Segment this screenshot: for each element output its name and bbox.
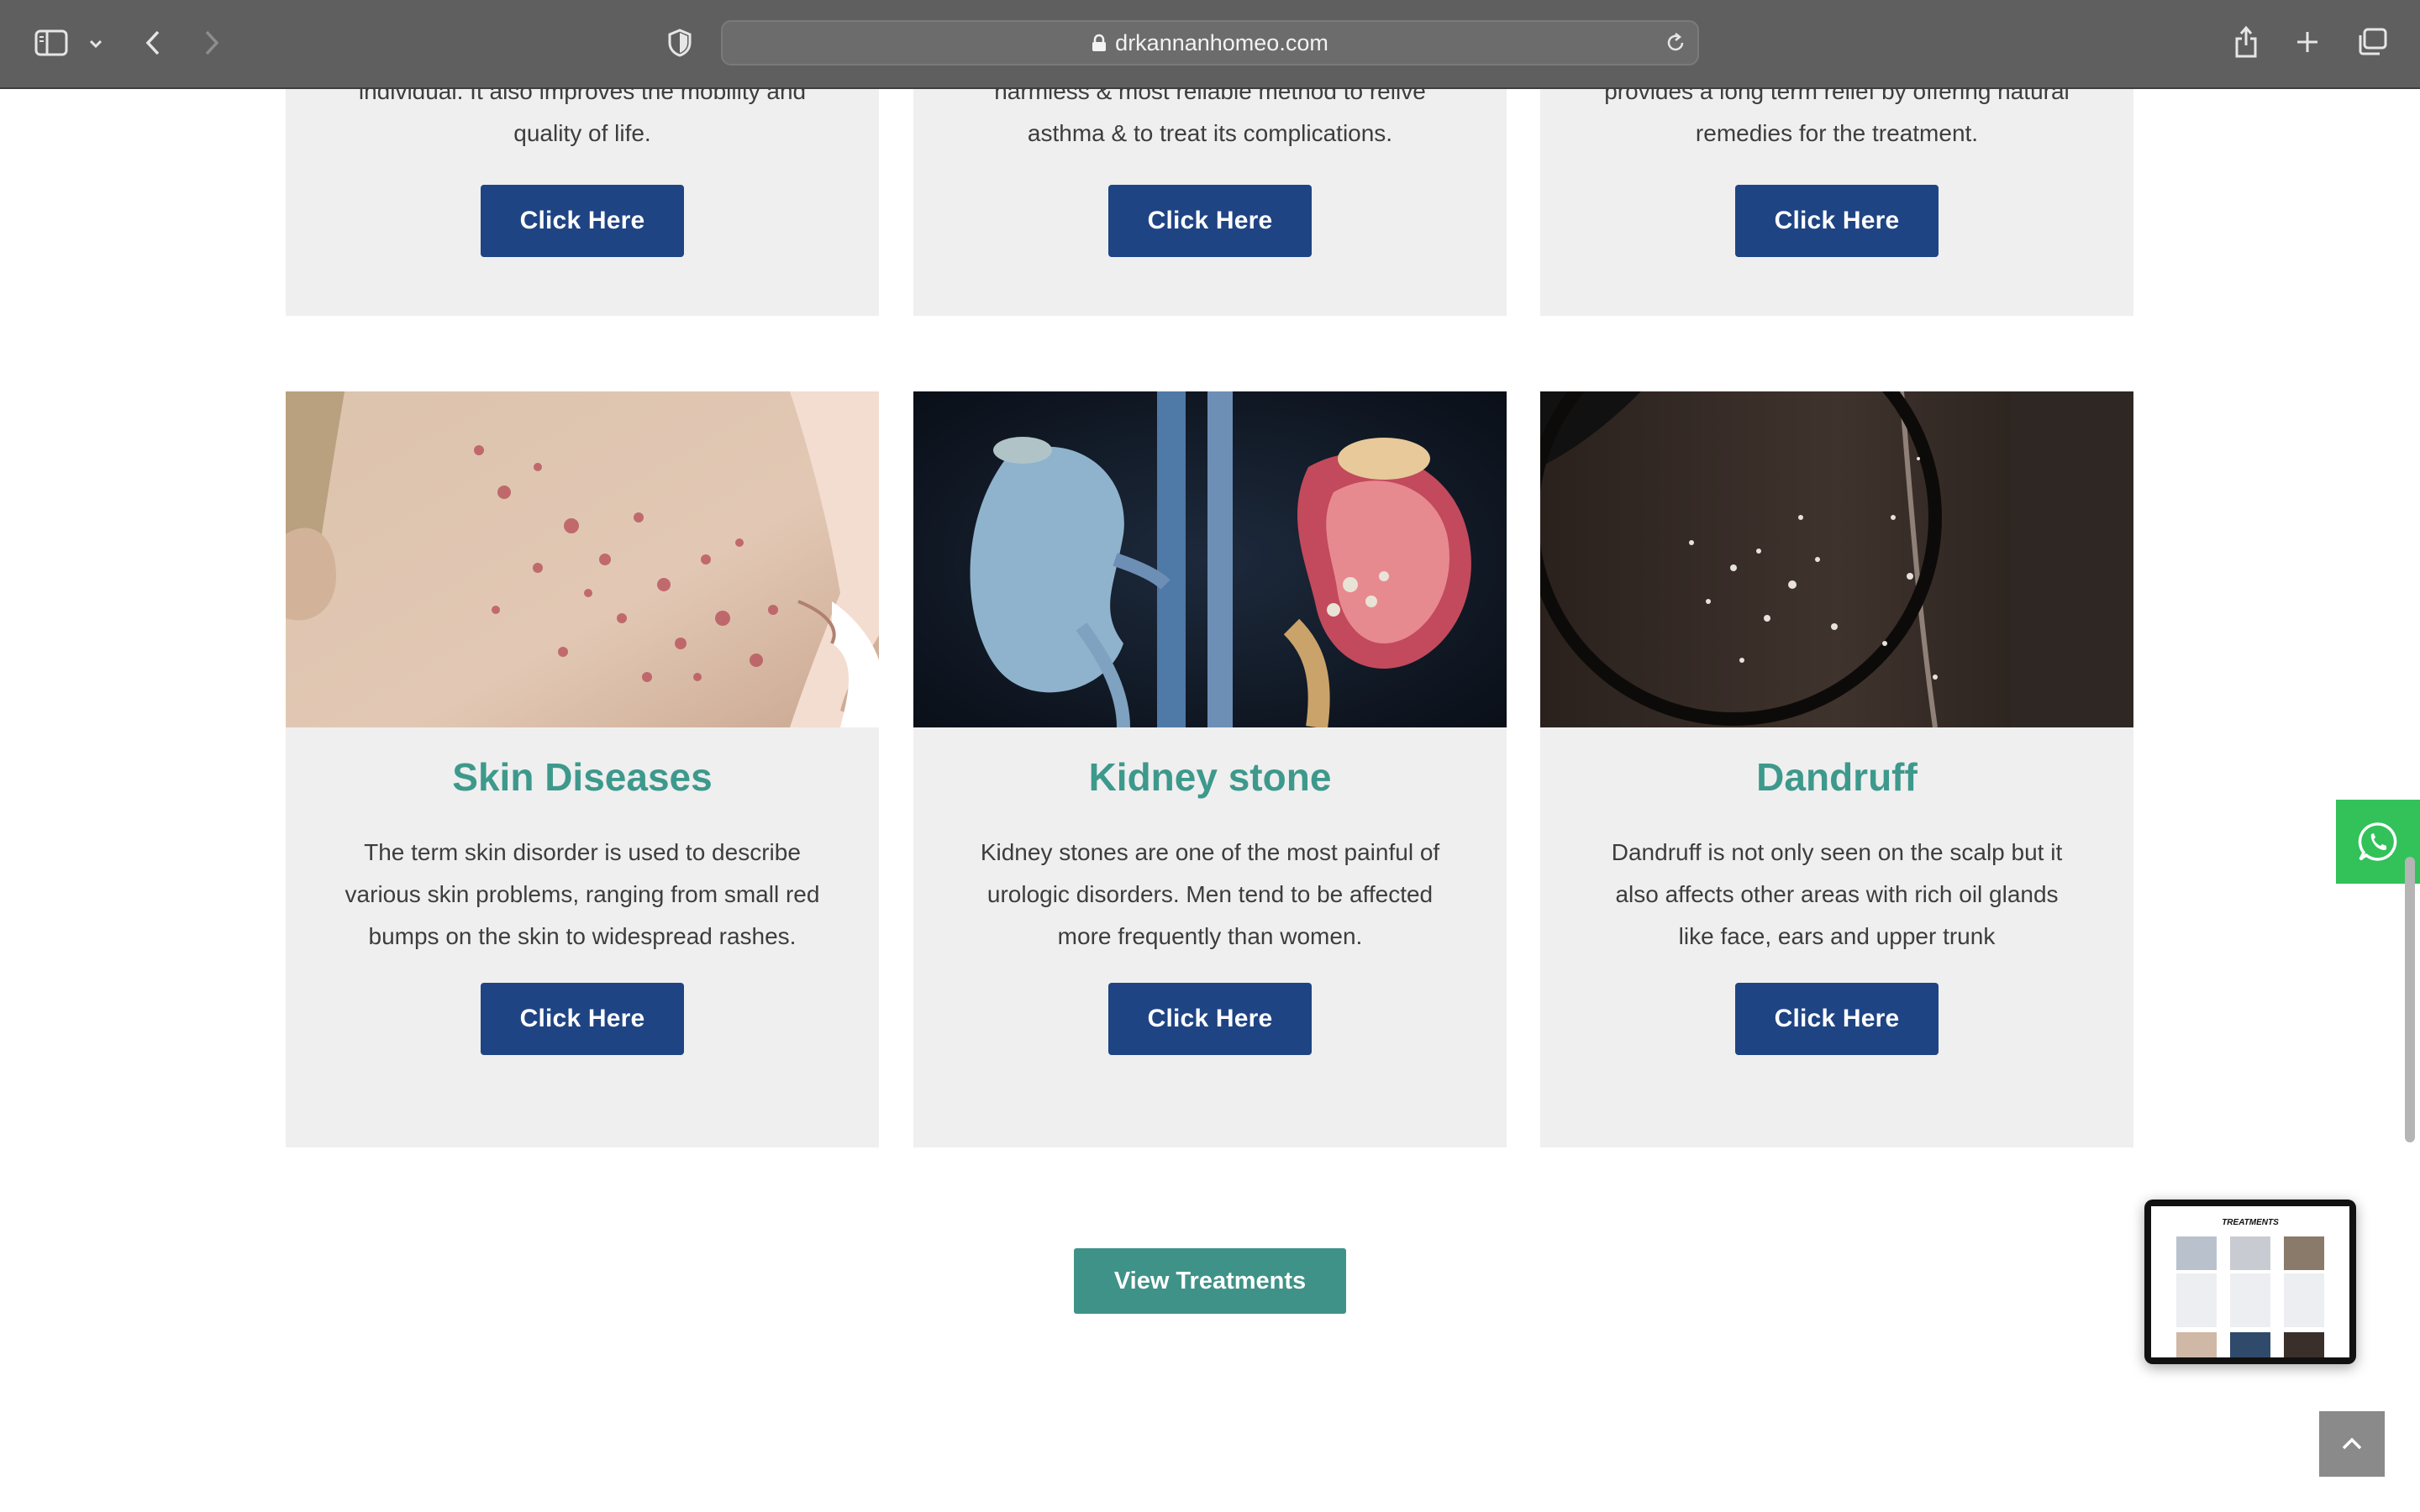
click-here-button[interactable]: Click Here [1735,983,1939,1055]
preview-image [2230,1236,2270,1270]
reload-icon[interactable] [1664,31,1687,59]
address-bar[interactable]: drkannanhomeo.com [721,20,1699,66]
card-description: Dandruff is not only seen on the scalp b… [1591,832,2083,958]
page-content: individual. It also improves the mobilit… [0,89,2420,1512]
preview-image [2284,1236,2324,1270]
preview-image [2284,1332,2324,1357]
desc-line: remedies for the treatment. [1695,120,1979,146]
click-here-button[interactable]: Click Here [481,185,684,257]
card-description: The term skin disorder is used to descri… [336,832,829,958]
url-text: drkannanhomeo.com [1115,29,1328,55]
treatment-card-top-1: individual. It also improves the mobilit… [286,89,879,316]
treatment-title: Kidney stone [1088,755,1332,799]
treatment-card-kidney-stone: Kidney stone Kidney stones are one of th… [913,391,1507,1147]
click-here-button[interactable]: Click Here [1108,983,1312,1055]
kidney-illustration [913,391,1507,727]
scrollbar-thumb[interactable] [2405,857,2415,1142]
desc-line: The term skin disorder is used to descri… [364,839,801,865]
desc-line: more frequently than women. [1057,923,1363,949]
preview-image [2176,1236,2217,1270]
back-arrow-icon[interactable] [139,27,166,59]
share-icon[interactable] [2232,24,2260,60]
click-here-button[interactable]: Click Here [1108,185,1312,257]
desc-line: bumps on the skin to widespread rashes. [368,923,797,949]
desc-line: also affects other areas with rich oil g… [1615,881,2059,907]
preview-card [2176,1273,2217,1327]
acne-skin-photo [286,391,879,727]
chevron-down-icon[interactable] [86,34,106,54]
card-description: harmless & most reliable method to reliv… [955,89,1465,155]
card-description: individual. It also improves the mobilit… [328,89,837,155]
desc-line: urologic disorders. Men tend to be affec… [986,881,1434,907]
browser-toolbar: drkannanhomeo.com [0,0,2420,89]
preview-image [2176,1332,2217,1357]
desc-line: various skin problems, ranging from smal… [345,881,820,907]
desc-line: Kidney stones are one of the most painfu… [980,839,1440,865]
treatment-title: Skin Diseases [452,755,713,799]
preview-image [2230,1332,2270,1357]
treatment-title: Dandruff [1756,755,1918,799]
desc-line: Dandruff is not only seen on the scalp b… [1611,839,2063,865]
screenshot-preview-thumbnail[interactable]: TREATMENTS [2144,1200,2356,1364]
treatment-card-top-2: harmless & most reliable method to reliv… [913,89,1507,316]
privacy-shield-icon[interactable] [666,27,694,59]
desc-line: quality of life. [513,120,651,146]
sidebar-icon[interactable] [34,29,69,57]
whatsapp-icon [2358,822,2397,861]
plus-icon[interactable] [2294,29,2321,55]
url-display[interactable]: drkannanhomeo.com [723,22,1697,64]
dandruff-scalp-photo [1540,391,2133,727]
desc-line: asthma & to treat its complications. [1027,120,1393,146]
forward-arrow-icon[interactable] [198,27,225,59]
back-to-top-button[interactable] [2319,1411,2385,1477]
view-treatments-button[interactable]: View Treatments [1074,1248,1346,1314]
preview-card [2230,1273,2270,1327]
treatment-card-top-3: provides a long term relief by offering … [1540,89,2133,316]
click-here-button[interactable]: Click Here [481,983,684,1055]
chevron-up-icon [2342,1437,2362,1450]
preview-card [2284,1273,2324,1327]
click-here-button[interactable]: Click Here [1735,185,1939,257]
desc-line: provides a long term relief by offering … [1604,89,2070,104]
card-description: Kidney stones are one of the most painfu… [964,832,1456,958]
treatment-card-skin-diseases: Skin Diseases The term skin disorder is … [286,391,879,1147]
tab-overview-icon[interactable] [2356,27,2388,57]
desc-line: harmless & most reliable method to reliv… [994,89,1426,104]
preview-title: TREATMENTS [2222,1218,2279,1227]
lock-icon [1092,34,1107,52]
preview-content: TREATMENTS [2151,1206,2349,1357]
desc-line: individual. It also improves the mobilit… [358,89,807,104]
card-description: provides a long term relief by offering … [1582,89,2091,155]
treatment-card-dandruff: Dandruff Dandruff is not only seen on th… [1540,391,2133,1147]
desc-line: like face, ears and upper trunk [1678,923,1996,949]
